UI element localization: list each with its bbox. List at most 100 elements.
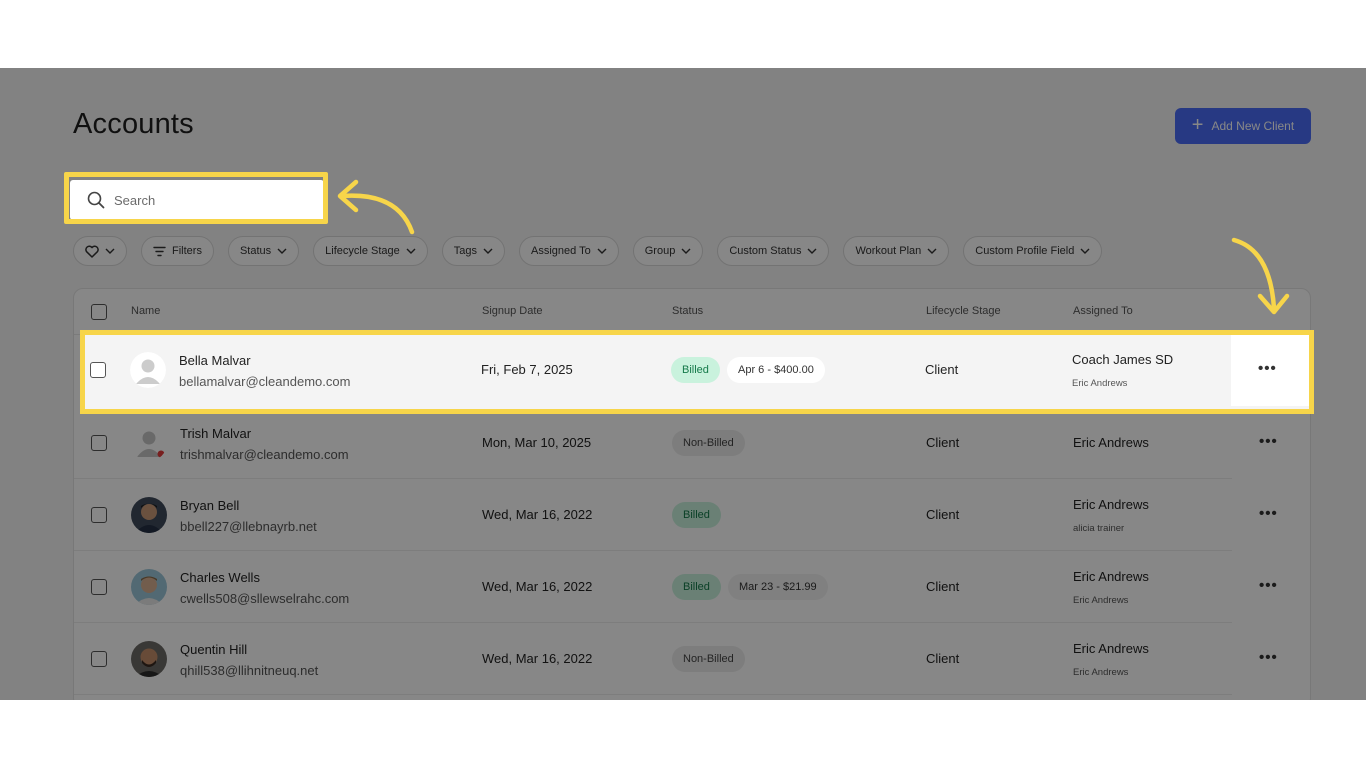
client-name[interactable]: Quentin Hill [180,642,247,657]
tags-filter[interactable]: Tags [441,236,505,266]
row-highlight-frame: Bella Malvar bellamalvar@cleandemo.com F… [80,330,1314,414]
filter-label: Status [239,245,272,257]
signup-date: Wed, Mar 16, 2022 [482,507,593,522]
assigned-coach: Eric Andrews [1073,435,1149,450]
filter-label: Lifecycle Stage [325,245,400,257]
filters-button[interactable]: Filters [141,236,214,266]
filter-label: Group [644,245,676,257]
avatar [131,569,167,605]
search-input[interactable]: Search [114,193,155,208]
more-horizontal-icon[interactable]: ••• [1259,650,1278,665]
more-horizontal-icon[interactable]: ••• [1258,361,1277,376]
client-email: bellamalvar@cleandemo.com [179,374,351,389]
column-header-assigned-to[interactable]: Assigned To [1073,305,1133,317]
client-name[interactable]: Charles Wells [180,570,260,585]
search-icon [87,191,105,209]
lifecycle-stage: Client [926,435,960,450]
page-title: Accounts [73,108,194,140]
add-new-client-button[interactable]: + Add New Client [1175,108,1311,144]
table-row[interactable]: Quentin Hill qhill538@llihnitneuq.net We… [74,623,1310,695]
filter-label: Filters [172,245,202,257]
assigned-coach: Coach James SD [1072,352,1174,367]
lifecycle-stage: Client [926,651,960,666]
lifecycle-stage: Client [925,362,959,377]
custom-profile-field-filter[interactable]: Custom Profile Field [963,236,1103,266]
lifecycle-stage: Client [926,579,960,594]
more-horizontal-icon[interactable]: ••• [1259,578,1278,593]
chevron-down-icon [597,248,607,254]
chevron-down-icon [681,248,691,254]
signup-date: Mon, Mar 10, 2025 [482,435,592,450]
table-header: Name Signup Date Status Lifecycle Stage … [74,289,1310,335]
avatar [131,497,167,533]
filter-label: Tags [453,245,477,257]
avatar [130,352,166,388]
signup-date: Wed, Mar 16, 2022 [482,579,593,594]
table-row[interactable]: Charles Wells cwells508@sllewselrahc.com… [74,551,1310,623]
favorites-filter[interactable] [73,236,127,266]
heart-icon [85,245,99,258]
client-email: qhill538@llihnitneuq.net [180,663,319,678]
assigned-secondary: Eric Andrews [1072,378,1128,389]
group-filter[interactable]: Group [632,236,704,266]
filter-label: Custom Profile Field [975,245,1075,257]
assigned-to-filter[interactable]: Assigned To [519,236,619,266]
add-new-client-label: Add New Client [1211,119,1295,133]
filter-label: Custom Status [729,245,802,257]
plan-badge: Mar 23 - $21.99 [728,574,828,600]
search-field[interactable]: Search [70,180,324,220]
row-checkbox[interactable] [90,362,106,378]
column-header-lifecycle-stage[interactable]: Lifecycle Stage [926,305,1001,317]
client-name[interactable]: Bryan Bell [180,498,239,513]
chevron-down-icon [927,248,937,254]
chevron-down-icon [105,248,115,254]
plan-badge: Apr 6 - $400.00 [727,357,825,383]
assigned-coach: Eric Andrews [1073,497,1149,512]
filter-bar: Filters Status Lifecycle Stage Tags Assi… [73,236,1103,266]
row-checkbox[interactable] [91,651,107,667]
chevron-down-icon [483,248,493,254]
client-name[interactable]: Bella Malvar [179,353,251,368]
filter-icon [153,246,166,256]
workout-plan-filter[interactable]: Workout Plan [843,236,950,266]
column-header-status[interactable]: Status [672,305,703,317]
column-header-name[interactable]: Name [131,305,160,317]
status-badge: Billed [672,502,721,528]
assigned-coach: Eric Andrews [1073,569,1149,584]
select-all-checkbox[interactable] [91,304,107,320]
row-checkbox[interactable] [91,507,107,523]
chevron-down-icon [807,248,817,254]
custom-status-filter[interactable]: Custom Status [717,236,830,266]
column-header-signup-date[interactable]: Signup Date [482,305,543,317]
assigned-secondary: alicia trainer [1073,523,1125,534]
more-horizontal-icon[interactable]: ••• [1259,506,1278,521]
plus-icon: + [1191,114,1204,136]
signup-date: Fri, Feb 7, 2025 [481,362,573,377]
row-checkbox[interactable] [91,579,107,595]
assigned-coach: Eric Andrews [1073,641,1149,656]
lifecycle-stage: Client [926,507,960,522]
assigned-secondary: Eric Andrews [1073,595,1129,606]
status-badge: Billed [671,357,720,383]
chevron-down-icon [406,248,416,254]
status-filter[interactable]: Status [227,236,300,266]
chevron-down-icon [1080,248,1090,254]
client-email: cwells508@sllewselrahc.com [180,591,350,606]
lifecycle-stage-filter[interactable]: Lifecycle Stage [313,236,428,266]
status-badge: Billed [672,574,721,600]
avatar [131,425,167,461]
filter-label: Assigned To [531,245,591,257]
status-badge: Non-Billed [672,430,745,456]
screenshot-frame: Accounts + Add New Client Filters Status… [0,68,1366,700]
row-checkbox[interactable] [91,435,107,451]
table-row[interactable]: Trish Malvar trishmalvar@cleandemo.com M… [74,407,1310,479]
table-row[interactable]: Bella Malvar bellamalvar@cleandemo.com F… [85,335,1309,406]
table-row[interactable]: Bryan Bell bbell227@llebnayrb.net Wed, M… [74,479,1310,551]
signup-date: Wed, Mar 16, 2022 [482,651,593,666]
assigned-secondary: Eric Andrews [1073,667,1129,678]
status-badge: Non-Billed [672,646,745,672]
client-email: trishmalvar@cleandemo.com [180,447,349,462]
more-horizontal-icon[interactable]: ••• [1259,434,1278,449]
chevron-down-icon [277,248,287,254]
client-name[interactable]: Trish Malvar [180,426,251,441]
